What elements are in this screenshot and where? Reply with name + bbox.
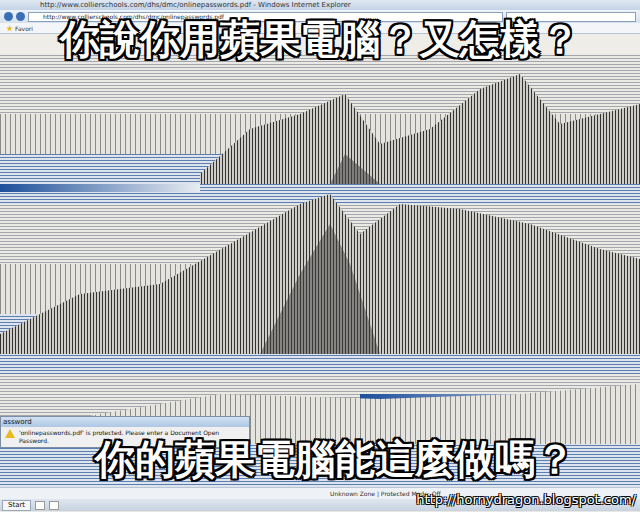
caption-bottom: 你的蘋果電腦能這麼做嗎？ [30, 436, 640, 482]
start-button[interactable]: Start [2, 500, 31, 511]
forward-icon[interactable] [16, 12, 25, 21]
window-icon[interactable] [35, 501, 45, 510]
back-icon[interactable] [4, 12, 13, 21]
watermark: http://hornydragon.blogspot.com/ [416, 490, 636, 510]
document-icon[interactable] [49, 501, 59, 510]
caption-top: 你說你用蘋果電腦？又怎樣？ [0, 16, 640, 62]
star-icon [6, 25, 13, 32]
warning-icon [5, 429, 15, 438]
dialog-title: assword [1, 417, 249, 427]
favorites-button[interactable]: Favori [15, 25, 33, 32]
window-title: http://www.collierschools.com/dhs/dmc/on… [0, 0, 640, 10]
